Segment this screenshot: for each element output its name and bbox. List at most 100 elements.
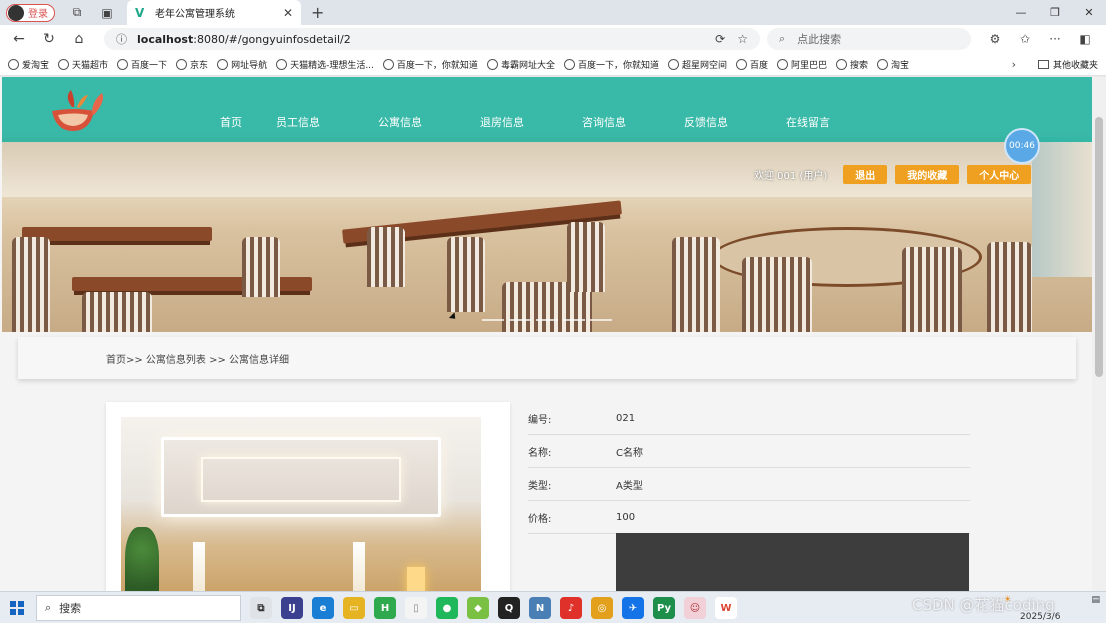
extensions-icon[interactable]: ⚙ bbox=[980, 32, 1010, 46]
favorite-star-icon[interactable]: ☆ bbox=[737, 32, 748, 46]
bookmark-item[interactable]: 网址导航 bbox=[217, 58, 267, 71]
tab-title: 老年公寓管理系统 bbox=[155, 9, 235, 20]
task-view-icon[interactable]: ⧉ bbox=[250, 597, 272, 619]
reading-mode-icon[interactable]: ⟳ bbox=[715, 32, 725, 46]
nav-item[interactable]: 在线留言 bbox=[786, 114, 830, 130]
collections-icon[interactable]: ⧉ bbox=[69, 5, 85, 21]
hbuilder-app-icon[interactable]: H bbox=[374, 597, 396, 619]
bookmark-item[interactable]: 阿里巴巴 bbox=[777, 58, 827, 71]
carousel-dot[interactable] bbox=[563, 319, 585, 321]
recording-timer-badge[interactable]: 00:46 bbox=[1004, 128, 1040, 164]
document-app-icon[interactable]: ▯ bbox=[405, 597, 427, 619]
minimize-icon[interactable]: — bbox=[1004, 0, 1038, 25]
bookmark-item[interactable]: 搜索 bbox=[836, 58, 868, 71]
globe-icon bbox=[667, 58, 679, 70]
chrome-app-icon[interactable]: ◎ bbox=[591, 597, 613, 619]
page-scrollbar[interactable] bbox=[1092, 77, 1106, 591]
bookmark-item[interactable]: 百度一下 bbox=[117, 58, 167, 71]
bookmark-item[interactable]: 百度一下，你就知道 bbox=[563, 58, 659, 71]
photo-column bbox=[353, 542, 365, 591]
globe-icon bbox=[117, 58, 129, 70]
tab-active[interactable]: V 老年公寓管理系统 ✕ bbox=[127, 0, 301, 25]
favorites-list-icon[interactable]: ✩ bbox=[1010, 32, 1040, 46]
bookmark-item[interactable]: 淘宝 bbox=[877, 58, 909, 71]
intellij-app-icon[interactable]: IJ bbox=[281, 597, 303, 619]
nav-item[interactable]: 反馈信息 bbox=[684, 114, 728, 130]
site-nav-bar bbox=[2, 77, 1092, 142]
login-label: 登录 bbox=[28, 9, 48, 20]
pycharm-app-icon[interactable]: Py bbox=[653, 597, 675, 619]
carousel-dot[interactable] bbox=[482, 319, 504, 321]
search-placeholder: 点此搜索 bbox=[797, 33, 842, 46]
nav-item[interactable]: 咨询信息 bbox=[582, 114, 626, 130]
new-tab-icon[interactable]: + bbox=[311, 3, 324, 22]
dingtalk-app-icon[interactable]: ✈ bbox=[622, 597, 644, 619]
hero-banner: 首页 员工信息 公寓信息 退房信息 咨询信息 反馈信息 在线留言 欢迎 001 (用户) 退… bbox=[2, 77, 1092, 332]
scrollbar-thumb[interactable] bbox=[1095, 117, 1103, 377]
restore-icon[interactable]: ❐ bbox=[1038, 0, 1072, 25]
profile-login-button[interactable]: 登录 bbox=[6, 3, 55, 22]
game-app-icon[interactable]: ◆ bbox=[467, 597, 489, 619]
notification-icon[interactable]: ▤ bbox=[1091, 595, 1100, 605]
globe-icon bbox=[877, 58, 889, 70]
qq-app-icon[interactable]: Q bbox=[498, 597, 520, 619]
globe-icon bbox=[563, 58, 575, 70]
folder-icon bbox=[1037, 60, 1049, 69]
home-icon[interactable]: ⌂ bbox=[64, 31, 94, 47]
my-favorites-button[interactable]: 我的收藏 bbox=[895, 165, 960, 184]
bookmark-label: 阿里巴巴 bbox=[791, 60, 828, 71]
profile-button[interactable]: 个人中心 bbox=[967, 165, 1032, 184]
avatar-app-icon[interactable]: ☺ bbox=[684, 597, 706, 619]
browser-search-input[interactable]: ⌕ 点此搜索 bbox=[767, 28, 971, 50]
csdn-watermark: CSDN @花猫coding bbox=[912, 596, 1055, 614]
more-icon[interactable]: ··· bbox=[1040, 32, 1070, 46]
bookmark-item[interactable]: 超星网空间 bbox=[667, 58, 727, 71]
url-field[interactable]: ⓘ localhost:8080/#/gongyuinfosdetail/2 ⟳… bbox=[104, 28, 760, 50]
tab-actions-icon[interactable]: ▣ bbox=[99, 5, 115, 21]
wechat-app-icon[interactable]: ● bbox=[436, 597, 458, 619]
netease-music-icon[interactable]: ♪ bbox=[560, 597, 582, 619]
logout-button[interactable]: 退出 bbox=[843, 165, 888, 184]
nav-item[interactable]: 公寓信息 bbox=[378, 114, 422, 130]
sidebar-toggle-icon[interactable]: ◧ bbox=[1070, 32, 1100, 46]
bookmark-label: 淘宝 bbox=[891, 60, 910, 71]
taskbar-search-input[interactable]: ⌕ 搜索 bbox=[36, 595, 241, 621]
close-window-icon[interactable]: ✕ bbox=[1072, 0, 1106, 25]
detail-label: 价格: bbox=[528, 513, 552, 525]
other-bookmarks-folder[interactable]: 其他收藏夹 bbox=[1037, 58, 1098, 71]
globe-icon bbox=[486, 58, 498, 70]
photo-ceiling-inner bbox=[201, 457, 401, 502]
edge-app-icon[interactable]: e bbox=[312, 597, 334, 619]
search-icon: ⌕ bbox=[779, 32, 786, 45]
bookmark-item[interactable]: 天猫超市 bbox=[58, 58, 108, 71]
bookmark-item[interactable]: 百度 bbox=[735, 58, 768, 71]
wps-app-icon[interactable]: W bbox=[715, 597, 737, 619]
refresh-icon[interactable]: ↻ bbox=[34, 31, 64, 47]
apartment-photo bbox=[121, 417, 481, 591]
nav-item[interactable]: 首页 bbox=[220, 114, 242, 130]
nav-item[interactable]: 员工信息 bbox=[276, 114, 320, 130]
breadcrumb: 首页>> 公寓信息列表 >> 公寓信息详细 bbox=[18, 337, 1076, 379]
close-tab-icon[interactable]: ✕ bbox=[283, 6, 293, 20]
nav-item[interactable]: 退房信息 bbox=[480, 114, 524, 130]
bookmark-item[interactable]: 天猫精选-理想生活... bbox=[276, 58, 374, 71]
windows-start-icon[interactable] bbox=[10, 601, 24, 615]
bookmark-item[interactable]: 京东 bbox=[176, 58, 208, 71]
bookmark-item[interactable]: 爱淘宝 bbox=[8, 58, 49, 71]
carousel-dot[interactable] bbox=[590, 319, 612, 321]
bookmark-item[interactable]: 毒霸网址大全 bbox=[486, 58, 555, 71]
carousel-dot[interactable] bbox=[509, 319, 531, 321]
carousel-dot[interactable] bbox=[536, 319, 558, 321]
detail-label: 名称: bbox=[528, 447, 552, 459]
bookmark-label: 百度一下，你就知道 bbox=[396, 60, 478, 71]
chevron-right-icon[interactable]: › bbox=[1012, 58, 1016, 71]
taskbar-apps: ⧉ IJ e ▭ H ▯ ● ◆ Q N ♪ ◎ ✈ Py ☺ W bbox=[250, 597, 746, 619]
globe-icon bbox=[176, 58, 188, 70]
back-icon[interactable]: ← bbox=[4, 31, 34, 47]
url-host: localhost bbox=[137, 32, 194, 46]
detail-content-block bbox=[616, 533, 969, 591]
file-explorer-icon[interactable]: ▭ bbox=[343, 597, 365, 619]
site-info-icon[interactable]: ⓘ bbox=[116, 31, 127, 47]
bookmark-item[interactable]: 百度一下，你就知道 bbox=[382, 58, 478, 71]
navicat-app-icon[interactable]: N bbox=[529, 597, 551, 619]
